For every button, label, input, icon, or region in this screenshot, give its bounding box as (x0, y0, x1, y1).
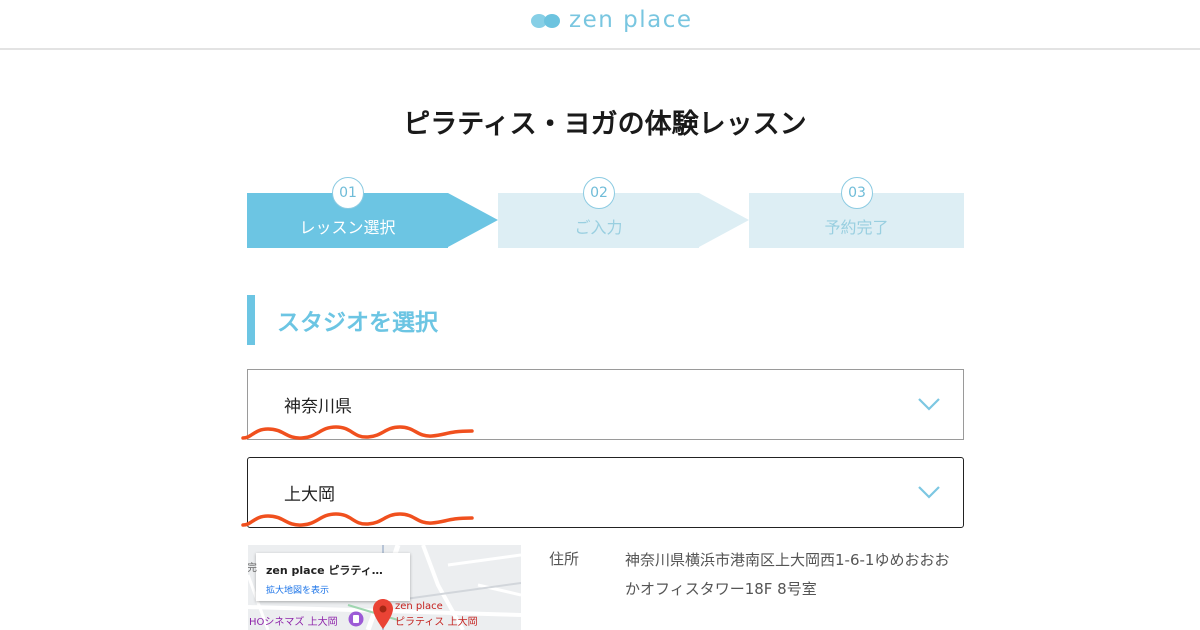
step-number: 02 (583, 177, 615, 209)
map-nearby-label: HOシネマズ 上大岡 (249, 617, 338, 628)
site-header: zen place (0, 0, 1200, 50)
address-label: 住所 (549, 550, 580, 568)
step-arrow (448, 193, 498, 247)
step-number: 03 (841, 177, 873, 209)
step-input: ご入力 02 (498, 177, 749, 248)
step-number: 01 (332, 177, 364, 209)
prefecture-select[interactable]: 神奈川県 (247, 369, 964, 440)
logo-mark-icon (531, 11, 561, 29)
step-arrow (699, 193, 749, 247)
page-title: ピラティス・ヨガの体験レッスン (403, 109, 807, 140)
logo-text: zen place (569, 7, 693, 33)
studio-select[interactable]: 上大岡 (247, 457, 964, 528)
map-pin-icon (373, 599, 393, 629)
cinema-icon (348, 611, 364, 627)
section-heading: スタジオを選択 (247, 295, 438, 345)
address-value: 神奈川県横浜市港南区上大岡西1-6-1ゆめおおおかオフィスタワー18F 8号室 (625, 551, 950, 598)
map-place-label-line2: ピラティス 上大岡 (395, 617, 478, 628)
prefecture-select-value: 神奈川県 (284, 397, 352, 417)
chevron-down-icon (918, 397, 940, 411)
step-complete: 予約完了 03 (749, 177, 964, 248)
site-logo[interactable]: zen place (531, 6, 693, 34)
map-place-label-line1: zen place (395, 601, 443, 612)
chevron-down-icon (918, 485, 940, 499)
map-edge-label: 完 (248, 563, 257, 574)
map-enlarge-link[interactable]: 拡大地図を表示 (266, 583, 400, 596)
map-info-card: zen place ピラティ… 拡大地図を表示 (256, 553, 410, 601)
step-lesson-select: レッスン選択 01 (247, 177, 498, 248)
map-card-title: zen place ピラティ… (266, 564, 383, 577)
studio-select-value: 上大岡 (284, 485, 335, 505)
studio-map[interactable]: zen place ピラティ… 拡大地図を表示 完 HOシネマズ 上大岡 zen… (248, 545, 521, 630)
